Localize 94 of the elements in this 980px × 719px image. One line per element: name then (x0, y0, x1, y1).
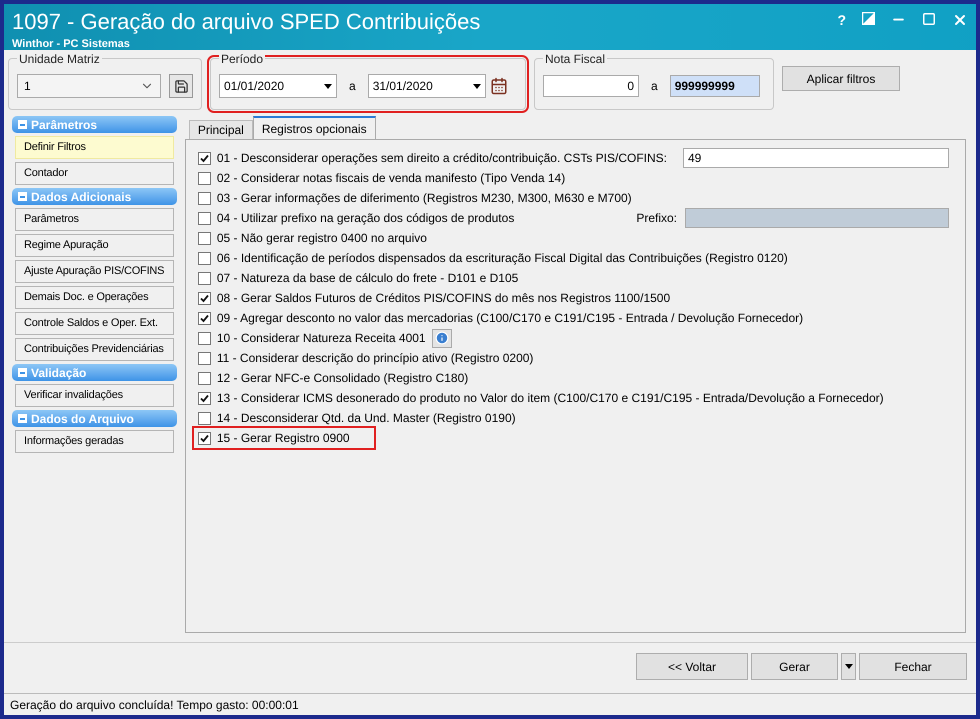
option-label: 04 - Utilizar prefixo na geração dos códigos de produtos (216, 210, 514, 227)
option-row[interactable]: 10 - Considerar Natureza Receita 4001 (198, 328, 452, 348)
sidebar-item[interactable]: Contador (15, 162, 174, 185)
checkbox[interactable] (198, 432, 211, 444)
option-row[interactable]: 14 - Desconsiderar Qtd. da Und. Master (Registro 0190) (198, 408, 516, 428)
option-row[interactable]: 03 - Gerar informações de diferimento (Registros M230, M300, M630 e M700) (198, 188, 632, 208)
highlighted-option[interactable]: 15 - Gerar Registro 0900 (194, 428, 374, 448)
option-label: 15 - Gerar Registro 0900 (216, 430, 350, 447)
option-row[interactable]: 12 - Gerar NFC-e Consolidado (Registro C180) (198, 368, 468, 388)
range-separator: a (650, 78, 659, 95)
invoice-from-field[interactable]: 0 (543, 75, 639, 97)
close-icon[interactable] (952, 12, 968, 28)
checkbox[interactable] (198, 172, 211, 184)
checkbox[interactable] (198, 272, 211, 284)
option-label: 11 - Considerar descrição do princípio ativo (Registro 0200) (216, 350, 534, 367)
checkbox[interactable] (198, 332, 211, 344)
invoice-to-field[interactable]: 999999999 (670, 75, 760, 97)
cst-field[interactable]: 49 (683, 148, 949, 168)
checkbox[interactable] (198, 412, 211, 424)
close-button[interactable]: Fechar (859, 653, 967, 680)
generate-menu-button[interactable] (841, 653, 856, 680)
option-label: 13 - Considerar ICMS desonerado do produto no Valor do item (C100/C170 e C191/C195 - Entrada/Devolução a Fornecedor) (216, 390, 884, 407)
date-field[interactable]: 01/01/2020 (219, 74, 337, 98)
option-row[interactable]: 06 - Identificação de períodos dispensados da escrituração Fiscal Digital das Contribuições (Registro 0120) (198, 248, 788, 268)
sidebar-item[interactable]: Informações geradas (15, 430, 174, 453)
window-title: 1097 - Geração do arquivo SPED Contribuições (12, 8, 480, 36)
checkbox[interactable] (198, 372, 211, 384)
option-label: 09 - Agregar desconto no valor das mercadorias (C100/C170 e C191/C195 - Entrada / Devolução Fornecedor) (216, 310, 804, 327)
sidebar-item[interactable]: Verificar invalidações (15, 384, 174, 407)
sidebar-item[interactable]: Contribuições Previdenciárias (15, 338, 174, 361)
collapse-icon (18, 414, 27, 423)
option-row[interactable]: 13 - Considerar ICMS desonerado do produto no Valor do item (C100/C170 e C191/C195 - Entrada/Devolução a Fornecedor) (198, 388, 884, 408)
collapse-icon (18, 192, 27, 201)
section-title: Dados do Arquivo (31, 410, 134, 428)
field-label: Prefixo: (636, 210, 677, 227)
section-title: Dados Adicionais (31, 188, 132, 206)
info-button[interactable] (432, 328, 452, 348)
option-label: 05 - Não gerar registro 0400 no arquivo (216, 230, 427, 247)
option-label: 10 - Considerar Natureza Receita 4001 (216, 330, 426, 347)
window-subtitle: Winthor - PC Sistemas (12, 37, 131, 52)
option-row[interactable]: 08 - Gerar Saldos Futuros de Créditos PIS/COFINS do mês nos Registros 1100/1500 (198, 288, 670, 308)
maximize-icon[interactable] (922, 12, 936, 26)
back-button[interactable]: << Voltar (636, 653, 748, 680)
checkbox[interactable] (198, 312, 211, 324)
checkbox[interactable] (198, 152, 211, 164)
option-label: 01 - Desconsiderar operações sem direito a crédito/contribuição. CSTs PIS/COFINS: (216, 150, 667, 167)
sidebar-item[interactable]: Demais Doc. e Operações (15, 286, 174, 309)
option-label: 03 - Gerar informações de diferimento (Registros M230, M300, M630 e M700) (216, 190, 632, 207)
option-row[interactable]: 11 - Considerar descrição do princípio ativo (Registro 0200) (198, 348, 534, 368)
option-label: 07 - Natureza da base de cálculo do frete - D101 e D105 (216, 270, 518, 287)
generate-button[interactable]: Gerar (751, 653, 838, 680)
restore-icon[interactable] (862, 12, 875, 25)
collapse-icon (18, 120, 27, 129)
sidebar-item[interactable]: Parâmetros (15, 208, 174, 231)
save-button[interactable] (169, 74, 193, 98)
option-row[interactable]: 01 - Desconsiderar operações sem direito a crédito/contribuição. CSTs PIS/COFINS: (198, 148, 667, 168)
option-row[interactable]: 02 - Considerar notas fiscais de venda manifesto (Tipo Venda 14) (198, 168, 566, 188)
sidebar-item[interactable]: Ajuste Apuração PIS/COFINS (15, 260, 174, 283)
section-title: Validação (31, 364, 86, 382)
info-icon (434, 331, 449, 345)
unit-dropdown[interactable]: 1 (17, 74, 161, 98)
sidebar-item[interactable]: Definir Filtros (15, 136, 174, 159)
option-row[interactable]: 05 - Não gerar registro 0400 no arquivo (198, 228, 427, 248)
tab[interactable]: Registros opcionais (252, 116, 376, 139)
date-field[interactable]: 31/01/2020 (368, 74, 486, 98)
dropdown-arrow-icon (324, 84, 332, 88)
option-label: 02 - Considerar notas fiscais de venda manifesto (Tipo Venda 14) (216, 170, 566, 187)
section-title: Parâmetros (31, 116, 98, 134)
checkbox[interactable] (198, 252, 211, 264)
option-row[interactable]: 07 - Natureza da base de cálculo do frete - D101 e D105 (198, 268, 518, 288)
option-label: 12 - Gerar NFC-e Consolidado (Registro C180) (216, 370, 468, 387)
checkbox[interactable] (198, 232, 211, 244)
check-icon (200, 434, 209, 442)
option-label: 14 - Desconsiderar Qtd. da Und. Master (Registro 0190) (216, 410, 516, 427)
option-row[interactable]: 09 - Agregar desconto no valor das mercadorias (C100/C170 e C191/C195 - Entrada / Devolução Fornecedor) (198, 308, 804, 328)
sidebar-item[interactable]: Controle Saldos e Oper. Ext. (15, 312, 174, 335)
apply-filters-button[interactable]: Aplicar filtros (782, 66, 900, 91)
check-icon (200, 314, 209, 322)
tab[interactable]: Principal (188, 120, 253, 139)
range-separator: a (348, 78, 357, 95)
checkbox[interactable] (198, 292, 211, 304)
checkbox[interactable] (198, 352, 211, 364)
status-bar: Geração do arquivo concluída! Tempo gasto: 00:00:01 (4, 693, 976, 715)
collapse-icon (18, 368, 27, 377)
dropdown-arrow-icon (472, 84, 481, 88)
check-icon (200, 294, 209, 302)
checkbox[interactable] (198, 192, 211, 204)
calendar-icon[interactable] (490, 77, 508, 95)
check-icon (200, 154, 209, 162)
sidebar-item[interactable]: Regime Apuração (15, 234, 174, 257)
option-label: 06 - Identificação de períodos dispensados da escrituração Fiscal Digital das Contribuições (Registro 0120) (216, 250, 788, 267)
option-label: 08 - Gerar Saldos Futuros de Créditos PIS/COFINS do mês nos Registros 1100/1500 (216, 290, 670, 307)
checkbox[interactable] (198, 392, 211, 404)
check-icon (200, 394, 209, 402)
